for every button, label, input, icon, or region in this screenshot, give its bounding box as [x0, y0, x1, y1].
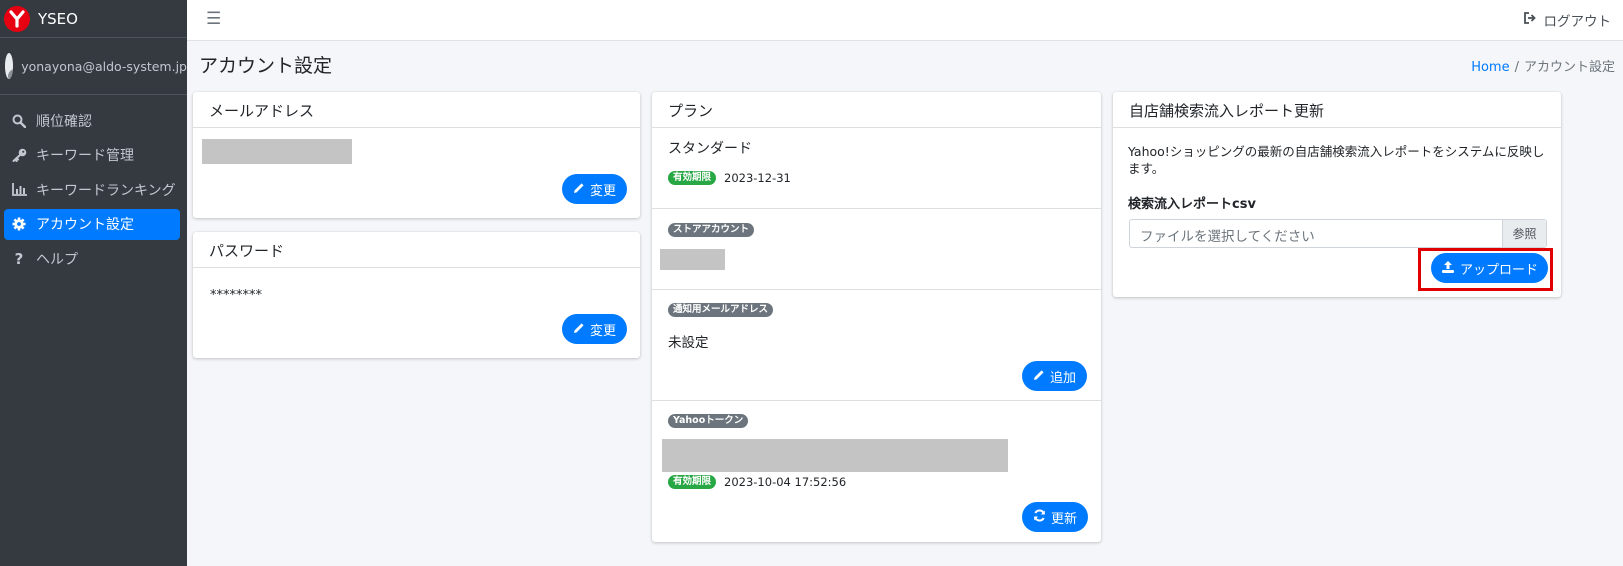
question-icon: ?: [14, 249, 24, 268]
add-notify-email-label: 追加: [1050, 369, 1077, 385]
store-account-badge: ストアアカウント: [668, 223, 755, 237]
add-notify-email-button[interactable]: 追加: [1022, 361, 1088, 391]
plan-card-title: プラン: [652, 92, 1101, 128]
report-description: Yahoo!ショッピングの最新の自店舗検索流入レポートをシステムに反映します。: [1128, 144, 1545, 176]
change-password-label: 変更: [590, 322, 617, 338]
redacted-store-account: [660, 249, 725, 270]
pencil-icon: [573, 182, 585, 197]
yahoo-token-section: Yahooトークン 有効期限 2023-10-04 17:52:56 更新: [652, 401, 1101, 541]
email-card-title: メールアドレス: [193, 92, 640, 128]
upload-highlight-box: [1418, 248, 1553, 291]
logout-label: ログアウト: [1543, 14, 1612, 30]
refresh-token-label: 更新: [1051, 510, 1078, 526]
sidebar-nav: 順位確認 キーワード管理 キーワードランキング アカウント設定 ? ヘルプ: [0, 105, 187, 274]
brand-logo-icon: [4, 5, 30, 32]
breadcrumb-home-link[interactable]: Home: [1471, 60, 1509, 75]
yahoo-token-badge: Yahooトークン: [668, 414, 749, 428]
pencil-icon: [573, 322, 585, 337]
brand-name: YSEO: [38, 9, 78, 28]
notify-email-value: 未設定: [668, 335, 709, 351]
csv-file-input-group: ファイルを選択してください 参照: [1129, 219, 1547, 248]
sidebar-item-label: アカウント設定: [36, 217, 134, 233]
sidebar-item-account-settings[interactable]: アカウント設定: [4, 208, 180, 240]
sign-out-icon: [1523, 12, 1537, 28]
plan-name: スタンダード: [668, 141, 752, 157]
change-email-label: 変更: [590, 182, 617, 198]
store-account-section: ストアアカウント: [652, 209, 1101, 290]
gear-icon: [10, 217, 28, 231]
plan-expiry-date: 2023-12-31: [724, 171, 791, 185]
change-email-button[interactable]: 変更: [562, 174, 628, 204]
plan-section: スタンダード 有効期限 2023-12-31: [652, 128, 1101, 209]
user-email: yonayona@aldo-system.jp: [21, 58, 187, 74]
top-navbar: ☰ ログアウト: [187, 0, 1623, 41]
email-card: メールアドレス 変更: [193, 92, 640, 218]
logout-button[interactable]: ログアウト: [1523, 10, 1612, 30]
csv-file-input[interactable]: ファイルを選択してください: [1130, 220, 1502, 247]
token-expiry-date: 2023-10-04 17:52:56: [724, 475, 847, 489]
menu-toggle-icon[interactable]: ☰: [206, 9, 221, 29]
csv-field-label: 検索流入レポートcsv: [1128, 197, 1256, 212]
sidebar-item-label: キーワードランキング: [36, 182, 176, 199]
password-card-title: パスワード: [193, 232, 640, 268]
breadcrumb-separator: /: [1514, 60, 1519, 75]
password-value: ********: [210, 288, 262, 303]
redacted-email-value: [202, 139, 352, 164]
sidebar-item-rank-check[interactable]: 順位確認: [4, 105, 180, 136]
sidebar-item-keyword-management[interactable]: キーワード管理: [4, 140, 180, 171]
redacted-yahoo-token: [662, 439, 1008, 472]
sidebar: YSEO yonayona@aldo-system.jp 順位確認 キーワード管…: [0, 0, 187, 566]
notify-email-section: 通知用メールアドレス 未設定 追加: [652, 290, 1101, 401]
sidebar-item-keyword-ranking[interactable]: キーワードランキング: [4, 174, 180, 205]
key-icon: [10, 148, 28, 162]
token-expiry-badge: 有効期限: [668, 475, 717, 489]
brand-link[interactable]: YSEO: [0, 0, 187, 38]
browse-button[interactable]: 参照: [1502, 220, 1546, 247]
sync-icon: [1033, 509, 1046, 525]
sidebar-item-label: キーワード管理: [36, 148, 134, 164]
bar-chart-icon: [10, 183, 28, 196]
sidebar-item-help[interactable]: ? ヘルプ: [4, 243, 180, 274]
change-password-button[interactable]: 変更: [562, 314, 628, 344]
plan-card: プラン スタンダード 有効期限 2023-12-31 ストアアカウント 通知用メ…: [652, 92, 1101, 542]
search-icon: [10, 114, 28, 128]
sidebar-item-label: ヘルプ: [36, 251, 78, 268]
report-card-title: 自店舗検索流入レポート更新: [1113, 92, 1561, 128]
page-title: アカウント設定: [199, 55, 333, 77]
avatar: [5, 53, 14, 79]
sidebar-item-label: 順位確認: [36, 113, 92, 130]
refresh-token-button[interactable]: 更新: [1022, 502, 1089, 532]
breadcrumb-current: アカウント設定: [1523, 60, 1615, 75]
password-card: パスワード ******** 変更: [193, 232, 640, 358]
pencil-icon: [1033, 369, 1045, 384]
notify-email-badge: 通知用メールアドレス: [668, 303, 774, 317]
user-panel[interactable]: yonayona@aldo-system.jp: [0, 38, 187, 95]
breadcrumb: Home / アカウント設定: [1471, 56, 1615, 75]
plan-expiry-badge: 有効期限: [668, 171, 717, 185]
